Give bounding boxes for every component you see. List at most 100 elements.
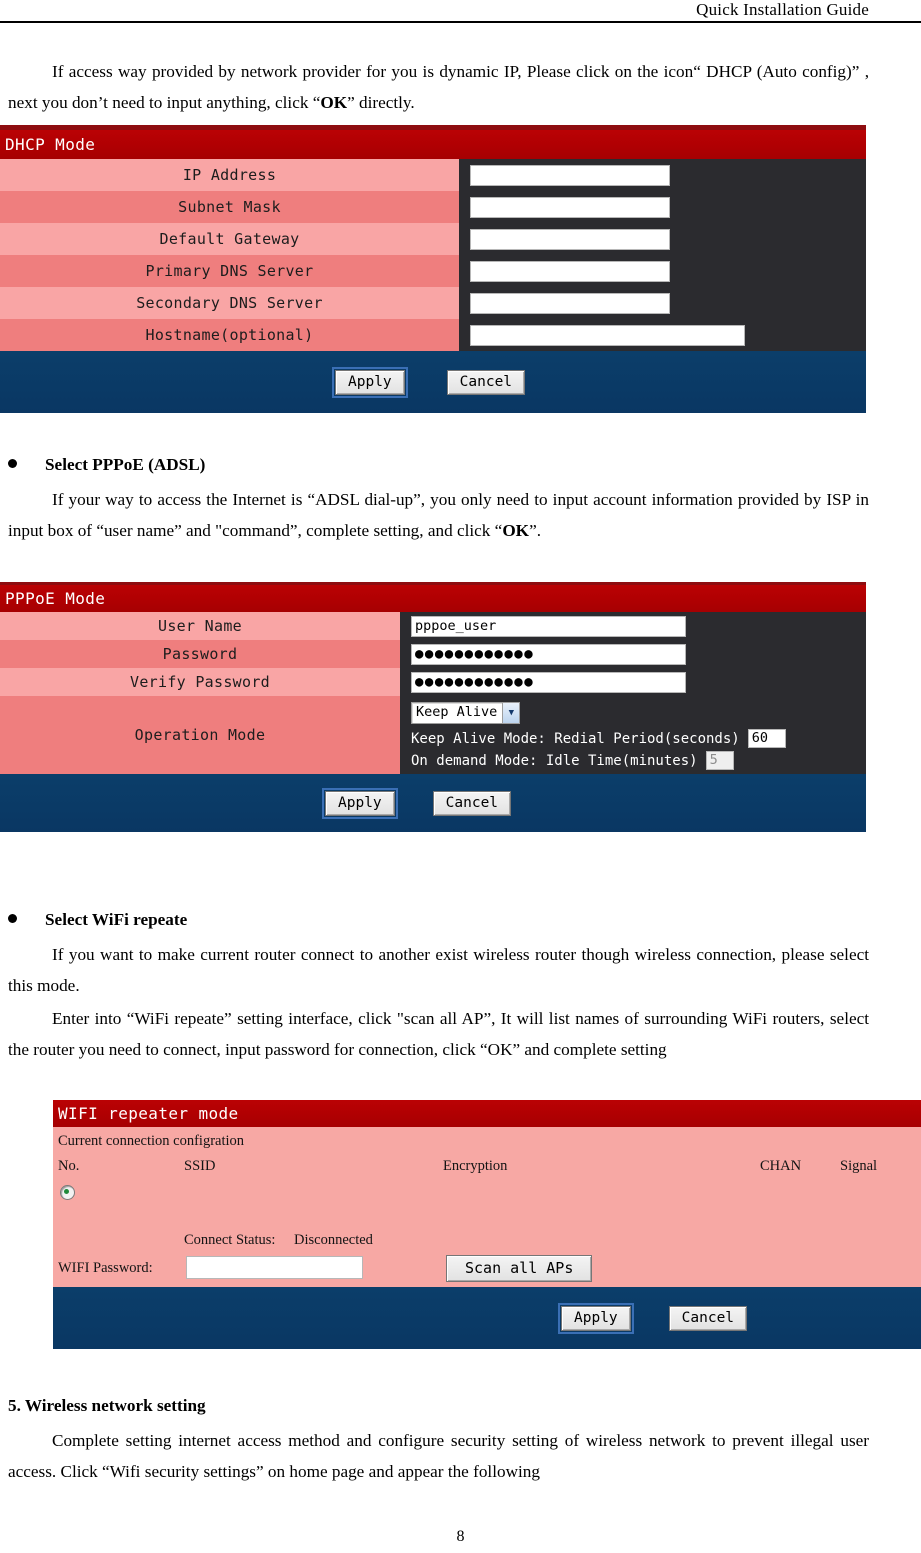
pppoe-value-cell: ●●●●●●●●●●●● <box>400 640 866 668</box>
dhcp-value-cell <box>459 287 866 319</box>
table-row: Primary DNS Server <box>0 255 866 287</box>
header-rule <box>0 21 921 23</box>
pppoe-mode-panel: PPPoE Mode User Name pppoe_user Password… <box>0 582 866 832</box>
table-row: Hostname(optional) <box>0 319 866 351</box>
pppoe-label-user-name: User Name <box>0 612 400 640</box>
pppoe-ok-bold: OK <box>502 521 530 540</box>
column-header-signal: Signal <box>840 1158 878 1174</box>
primary-dns-input[interactable] <box>470 260 670 282</box>
keep-alive-row: Keep Alive Mode: Redial Period(seconds) … <box>411 729 786 748</box>
keep-alive-label: Keep Alive Mode: Redial Period(seconds) <box>411 730 740 747</box>
connect-status-label: Connect Status: <box>184 1232 276 1248</box>
dhcp-value-cell <box>459 191 866 223</box>
dhcp-cancel-button[interactable]: Cancel <box>446 369 526 395</box>
dhcp-value-cell <box>459 319 866 351</box>
wifi-password-label: WIFI Password: <box>58 1260 153 1276</box>
table-row: Subnet Mask <box>0 191 866 223</box>
on-demand-row: On demand Mode: Idle Time(minutes) 5 <box>411 751 734 770</box>
user-name-input[interactable]: pppoe_user <box>411 615 686 637</box>
dhcp-label-primary-dns: Primary DNS Server <box>0 255 459 287</box>
pppoe-paragraph: If your way to access the Internet is “A… <box>8 484 869 546</box>
wifi-para1-text: If you want to make current router conne… <box>8 945 869 995</box>
verify-password-input[interactable]: ●●●●●●●●●●●● <box>411 671 686 693</box>
ap-select-radio[interactable] <box>60 1185 75 1205</box>
wifi-panel-body: Current connection configration No. SSID… <box>53 1127 921 1287</box>
wireless-body-text: Complete setting internet access method … <box>8 1431 869 1481</box>
dhcp-label-secondary-dns: Secondary DNS Server <box>0 287 459 319</box>
table-row: Default Gateway <box>0 223 866 255</box>
default-gateway-input[interactable] <box>470 228 670 250</box>
pppoe-apply-button[interactable]: Apply <box>322 787 398 819</box>
pppoe-label-password: Password <box>0 640 400 668</box>
operation-mode-select[interactable]: Keep Alive ▼ <box>411 702 521 724</box>
page-number: 8 <box>456 1528 465 1545</box>
table-row: Secondary DNS Server <box>0 287 866 319</box>
column-header-no: No. <box>58 1158 80 1174</box>
pppoe-panel-body: User Name pppoe_user Password ●●●●●●●●●●… <box>0 612 866 774</box>
wifi-apply-button[interactable]: Apply <box>558 1302 634 1334</box>
secondary-dns-input[interactable] <box>470 292 670 314</box>
bullet-dot-icon <box>8 914 17 923</box>
column-header-chan: CHAN <box>760 1158 802 1174</box>
wifi-cancel-button[interactable]: Cancel <box>668 1305 748 1331</box>
pppoe-cancel-button[interactable]: Cancel <box>432 790 512 816</box>
dhcp-value-cell <box>459 255 866 287</box>
pppoe-value-cell: pppoe_user <box>400 612 866 640</box>
radio-button-icon <box>60 1185 75 1200</box>
column-header-ssid: SSID <box>184 1158 216 1174</box>
connect-status-value: Disconnected <box>294 1232 373 1248</box>
wifi-button-row: Apply Cancel <box>53 1287 921 1349</box>
on-demand-label: On demand Mode: Idle Time(minutes) <box>411 752 698 769</box>
pppoe-button-row: Apply Cancel <box>0 774 866 832</box>
scan-all-aps-button[interactable]: Scan all APs <box>446 1255 593 1282</box>
table-row: User Name pppoe_user <box>0 612 866 640</box>
idle-time-input[interactable]: 5 <box>705 751 734 770</box>
intro-text: If access way provided by network provid… <box>8 62 869 112</box>
table-row: Operation Mode Keep Alive ▼ Keep Alive M… <box>0 696 866 774</box>
dhcp-panel-body: IP Address Subnet Mask Default Gateway P… <box>0 159 866 351</box>
table-row: Verify Password ●●●●●●●●●●●● <box>0 668 866 696</box>
pppoe-panel-title: PPPoE Mode <box>0 585 866 612</box>
wifi-repeater-mode-panel: WIFI repeater mode Current connection co… <box>53 1100 921 1349</box>
column-header-encryption: Encryption <box>443 1158 508 1174</box>
wireless-section-heading: 5. Wireless network setting <box>8 1396 206 1415</box>
dhcp-apply-button[interactable]: Apply <box>332 366 408 398</box>
pppoe-bullet-label: Select PPPoE (ADSL) <box>45 455 206 474</box>
redial-period-input[interactable]: 60 <box>747 729 786 748</box>
pppoe-body-tail: ”. <box>529 521 541 540</box>
pppoe-label-operation-mode: Operation Mode <box>0 696 400 774</box>
pppoe-body-text: If your way to access the Internet is “A… <box>8 490 869 540</box>
dhcp-panel-footer: Apply Cancel <box>0 351 866 413</box>
dhcp-mode-panel: DHCP Mode IP Address Subnet Mask Default… <box>0 125 866 413</box>
wifi-panel-title: WIFI repeater mode <box>53 1100 921 1127</box>
dhcp-panel-title: DHCP Mode <box>0 130 866 159</box>
intro-tail: ” directly. <box>347 93 415 112</box>
subnet-mask-input[interactable] <box>470 196 670 218</box>
dhcp-label-subnet-mask: Subnet Mask <box>0 191 459 223</box>
chevron-down-icon: ▼ <box>502 703 520 723</box>
ip-address-input[interactable] <box>470 164 670 186</box>
page-header: Quick Installation Guide <box>0 0 921 34</box>
wifi-subtitle: Current connection configration <box>58 1133 245 1149</box>
pppoe-value-cell: ●●●●●●●●●●●● <box>400 668 866 696</box>
wifi-paragraph-1: If you want to make current router conne… <box>8 939 869 1001</box>
pppoe-label-verify-password: Verify Password <box>0 668 400 696</box>
header-title: Quick Installation Guide <box>696 0 869 19</box>
wifi-password-input[interactable] <box>186 1256 363 1279</box>
pppoe-bullet-heading: Select PPPoE (ADSL) <box>8 452 869 478</box>
dhcp-value-cell <box>459 159 866 191</box>
wifi-para2-text: Enter into “WiFi repeate” setting interf… <box>8 1009 869 1059</box>
hostname-input[interactable] <box>470 324 745 346</box>
dhcp-value-cell <box>459 223 866 255</box>
operation-mode-cell: Keep Alive ▼ Keep Alive Mode: Redial Per… <box>400 696 866 774</box>
dhcp-label-hostname: Hostname(optional) <box>0 319 459 351</box>
table-row: IP Address <box>0 159 866 191</box>
password-input[interactable]: ●●●●●●●●●●●● <box>411 643 686 665</box>
intro-ok-bold: OK <box>320 93 348 112</box>
pppoe-panel-footer: Apply Cancel <box>0 774 866 832</box>
table-row: Password ●●●●●●●●●●●● <box>0 640 866 668</box>
bullet-dot-icon <box>8 459 17 468</box>
dhcp-button-row: Apply Cancel <box>0 351 866 413</box>
dhcp-label-default-gateway: Default Gateway <box>0 223 459 255</box>
intro-paragraph: If access way provided by network provid… <box>8 56 869 118</box>
